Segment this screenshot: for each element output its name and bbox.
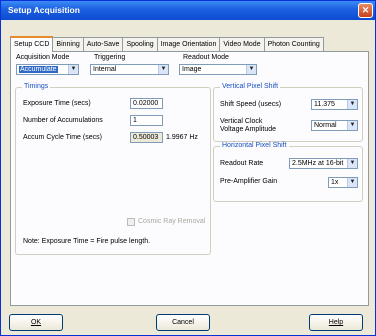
triggering-label: Triggering xyxy=(94,54,126,61)
chevron-down-icon: ▼ xyxy=(347,100,357,109)
chevron-down-icon: ▼ xyxy=(158,65,168,74)
timings-title: Timings xyxy=(22,83,51,90)
readout-mode-select[interactable]: Image ▼ xyxy=(179,64,257,75)
accum-cycle-time-value: 0.50003 xyxy=(130,132,163,143)
vertical-clock-label-1: Vertical Clock xyxy=(220,118,263,125)
timings-group: Timings Exposure Time (secs) 0.02000 Num… xyxy=(15,83,211,255)
cancel-button[interactable]: Cancel xyxy=(156,314,210,331)
exposure-time-label: Exposure Time (secs) xyxy=(23,100,91,107)
shift-speed-label: Shift Speed (usecs) xyxy=(220,101,282,108)
accum-cycle-hz: 1.9967 Hz xyxy=(166,134,198,141)
chevron-down-icon: ▼ xyxy=(246,65,256,74)
horizontal-pixel-shift-group: Horizontal Pixel Shift Readout Rate 2.5M… xyxy=(213,142,363,202)
tab-binning[interactable]: Binning xyxy=(52,37,84,51)
pre-amp-gain-label: Pre-Amplifier Gain xyxy=(220,178,278,185)
close-icon[interactable]: ✕ xyxy=(358,3,373,18)
setup-ccd-panel: Acquisition Mode Accumulate ▼ Triggering… xyxy=(10,51,369,306)
pre-amp-gain-select[interactable]: 1x ▼ xyxy=(328,177,358,188)
tab-auto-save[interactable]: Auto-Save xyxy=(82,37,124,51)
help-button[interactable]: Help xyxy=(309,314,363,331)
cosmic-ray-label: Cosmic Ray Removal xyxy=(138,218,206,225)
chevron-down-icon: ▼ xyxy=(68,65,78,74)
num-accumulations-input[interactable]: 1 xyxy=(130,115,163,126)
title-bar[interactable]: Setup Acquisition ✕ xyxy=(1,1,375,20)
vertical-shift-title: Vertical Pixel Shift xyxy=(220,83,281,90)
vertical-clock-label-2: Voltage Amplitude xyxy=(220,126,277,133)
tab-strip: Setup CCD Binning Auto-Save Spooling Ima… xyxy=(10,36,324,52)
num-accumulations-label: Number of Accumulations xyxy=(23,117,103,124)
readout-rate-select[interactable]: 2.5MHz at 16-bit ▼ xyxy=(289,158,358,169)
chevron-down-icon: ▼ xyxy=(347,121,357,130)
chevron-down-icon: ▼ xyxy=(347,159,357,168)
exposure-note: Note: Exposure Time = Fire pulse length. xyxy=(23,238,151,245)
tab-setup-ccd[interactable]: Setup CCD xyxy=(10,36,54,52)
exposure-time-input[interactable]: 0.02000 xyxy=(130,98,163,109)
ok-button[interactable]: OK xyxy=(9,314,63,331)
acquisition-mode-select[interactable]: Accumulate ▼ xyxy=(16,64,79,75)
readout-mode-label: Readout Mode xyxy=(183,54,229,61)
acquisition-mode-label: Acquisition Mode xyxy=(16,54,70,61)
vertical-pixel-shift-group: Vertical Pixel Shift Shift Speed (usecs)… xyxy=(213,83,363,142)
window-title: Setup Acquisition xyxy=(8,5,80,15)
tab-image-orientation[interactable]: Image Orientation xyxy=(156,37,221,51)
vertical-clock-select[interactable]: Normal ▼ xyxy=(311,120,358,131)
tab-video-mode[interactable]: Video Mode xyxy=(219,37,265,51)
triggering-select[interactable]: Internal ▼ xyxy=(90,64,169,75)
shift-speed-select[interactable]: 11.375 ▼ xyxy=(311,99,358,110)
setup-acquisition-dialog: Setup Acquisition ✕ Setup CCD Binning Au… xyxy=(0,0,376,336)
horizontal-shift-title: Horizontal Pixel Shift xyxy=(220,142,289,149)
readout-rate-label: Readout Rate xyxy=(220,160,264,167)
tab-spooling[interactable]: Spooling xyxy=(122,37,158,51)
chevron-down-icon: ▼ xyxy=(347,178,357,187)
cosmic-ray-checkbox[interactable] xyxy=(127,218,135,226)
accum-cycle-time-label: Accum Cycle Time (secs) xyxy=(23,134,102,141)
tab-photon-counting[interactable]: Photon Counting xyxy=(263,37,324,51)
